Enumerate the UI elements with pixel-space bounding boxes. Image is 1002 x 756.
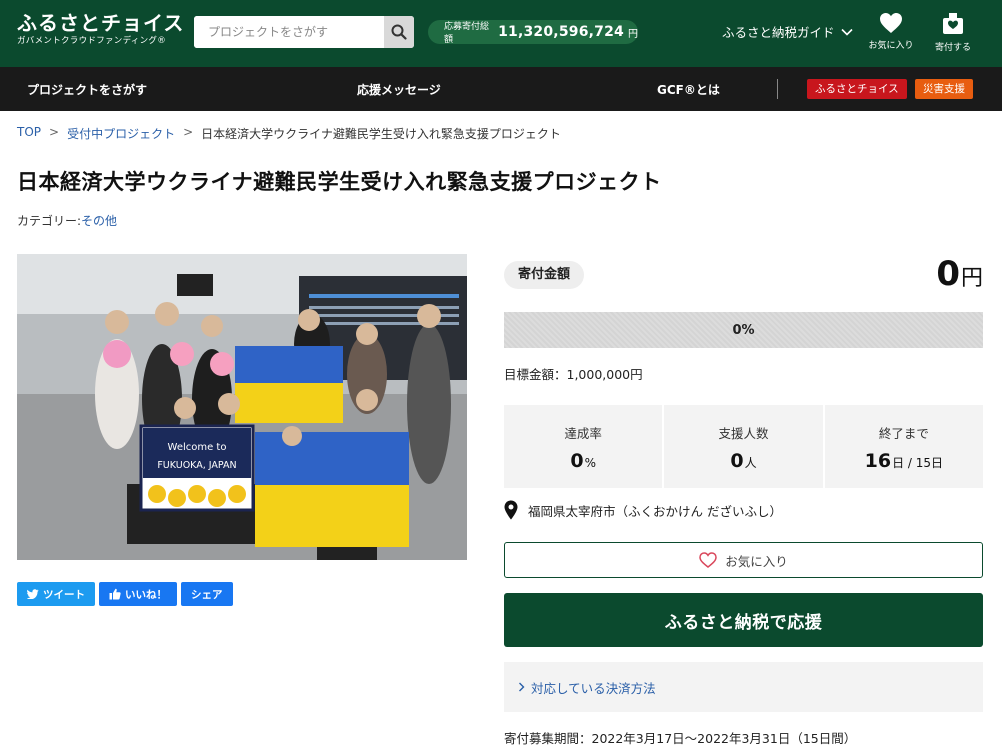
stat-label: 支援人数 xyxy=(718,426,769,441)
logo-title: ふるさとチョイス xyxy=(17,11,185,35)
stat-achievement: 達成率 0% xyxy=(504,405,663,488)
guide-label: ふるさと納税ガイド xyxy=(722,25,835,40)
welcome-sign-line1: Welcome to xyxy=(168,442,227,453)
like-button[interactable]: いいね！ xyxy=(99,582,177,606)
breadcrumb-current: 日本経済大学ウクライナ避難民学生受け入れ緊急支援プロジェクト xyxy=(201,127,561,141)
stat-unit: 日 / 15日 xyxy=(892,456,944,470)
stat-value: 0% xyxy=(504,450,662,472)
stat-unit: % xyxy=(584,456,596,470)
site-header: ふるさとチョイス ガバメントクラウドファンディング® 応募寄付総額 11,320… xyxy=(0,0,1002,67)
tweet-label: ツイート xyxy=(43,588,85,601)
share-label: シェア xyxy=(191,588,223,601)
stat-unit: 人 xyxy=(744,456,757,470)
search-input[interactable] xyxy=(194,16,384,48)
stat-number: 0 xyxy=(570,450,584,472)
chevron-down-icon xyxy=(840,28,853,36)
stat-value: 16日 / 15日 xyxy=(825,450,983,472)
donation-period: 寄付募集期間：2022年3月17日〜2022年3月31日（15日間） xyxy=(504,731,857,746)
donate-box-icon xyxy=(943,13,963,34)
category: カテゴリー:その他 xyxy=(17,212,117,229)
search-icon xyxy=(391,24,407,40)
logo-subtitle: ガバメントクラウドファンディング® xyxy=(17,36,167,46)
page-title: 日本経済大学ウクライナ避難民学生受け入れ緊急支援プロジェクト xyxy=(17,170,662,194)
stat-label: 達成率 xyxy=(564,426,602,441)
category-link[interactable]: その他 xyxy=(81,214,117,228)
share-buttons: ツイート いいね！ シェア xyxy=(17,582,233,606)
stat-label: 終了まで xyxy=(878,426,929,441)
progress-text: 0% xyxy=(732,322,755,338)
stat-number: 0 xyxy=(730,450,744,472)
share-button[interactable]: シェア xyxy=(181,582,233,606)
tweet-button[interactable]: ツイート xyxy=(17,582,95,606)
stat-remaining: 終了まで 16日 / 15日 xyxy=(824,405,983,488)
breadcrumb-accepting-link[interactable]: 受付中プロジェクト xyxy=(67,125,175,142)
heart-outline-icon xyxy=(699,552,717,568)
total-donation-value: 11,320,596,724 xyxy=(498,24,624,40)
furusato-choice-button[interactable]: ふるさとチョイス xyxy=(807,79,907,99)
welcome-sign-line2: FUKUOKA, JAPAN xyxy=(157,460,236,471)
breadcrumb-separator: > xyxy=(183,125,194,139)
goal-amount: 目標金額：1,000,000円 xyxy=(504,367,643,382)
disaster-support-button[interactable]: 災害支援 xyxy=(915,79,973,99)
favorites-link[interactable]: お気に入り xyxy=(861,12,921,51)
chevron-right-icon xyxy=(519,682,525,692)
total-donation-counter: 応募寄付総額 11,320,596,724 円 xyxy=(428,20,638,45)
like-label: いいね！ xyxy=(125,588,167,601)
site-logo[interactable]: ふるさとチョイス ガバメントクラウドファンディング® xyxy=(17,11,184,47)
stat-value: 0人 xyxy=(664,450,822,472)
furusato-guide-menu[interactable]: ふるさと納税ガイド xyxy=(722,22,853,41)
donate-label: 寄付する xyxy=(934,43,971,53)
location-text: 福岡県太宰府市（ふくおかけん だざいふし） xyxy=(528,503,782,519)
nav-item-messages[interactable]: 応援メッセージ xyxy=(357,81,441,98)
breadcrumb: TOP > 受付中プロジェクト > 日本経済大学ウクライナ避難民学生受け入れ緊急… xyxy=(17,125,561,142)
stats-panel: 達成率 0% 支援人数 0人 終了まで 16日 / 15日 xyxy=(504,405,983,488)
donation-amount-unit: 円 xyxy=(960,266,983,291)
thumbs-up-icon xyxy=(109,588,121,600)
favorite-label: お気に入り xyxy=(725,553,788,569)
breadcrumb-separator: > xyxy=(49,125,60,139)
donation-amount: 0円 xyxy=(936,254,983,294)
main-nav: プロジェクトをさがす 応援メッセージ GCF®とは ふるさとチョイス 災害支援 xyxy=(0,67,1002,111)
payment-methods-label: 対応している決済方法 xyxy=(531,680,656,696)
favorite-button[interactable]: お気に入り xyxy=(504,542,983,578)
search-button[interactable] xyxy=(384,16,414,48)
twitter-bird-icon xyxy=(27,589,39,599)
map-pin-icon xyxy=(504,500,518,520)
project-photo-illustration: Welcome to FUKUOKA, JAPAN xyxy=(17,254,467,560)
project-photo: Welcome to FUKUOKA, JAPAN xyxy=(17,254,467,560)
stat-number: 16 xyxy=(864,450,892,472)
breadcrumb-top-link[interactable]: TOP xyxy=(17,125,41,142)
favorites-label: お気に入り xyxy=(868,41,914,51)
search-box xyxy=(194,16,414,48)
project-location: 福岡県太宰府市（ふくおかけん だざいふし） xyxy=(504,500,782,520)
total-donation-label: 応募寄付総額 xyxy=(444,22,490,45)
total-donation-unit: 円 xyxy=(628,28,638,40)
heart-icon xyxy=(880,13,902,33)
nav-item-search-projects[interactable]: プロジェクトをさがす xyxy=(27,81,147,98)
support-button[interactable]: ふるさと納税で応援 xyxy=(504,593,983,647)
donate-link[interactable]: 寄付する xyxy=(923,12,983,53)
progress-bar: 0% xyxy=(504,312,983,348)
payment-methods-link[interactable]: 対応している決済方法 xyxy=(504,662,983,712)
nav-item-about-gcf[interactable]: GCF®とは xyxy=(657,81,720,98)
category-label: カテゴリー: xyxy=(17,214,82,228)
stat-supporters: 支援人数 0人 xyxy=(664,405,823,488)
donation-amount-value: 0 xyxy=(936,254,960,294)
donation-amount-badge: 寄付金額 xyxy=(504,261,585,289)
nav-divider xyxy=(777,79,778,99)
